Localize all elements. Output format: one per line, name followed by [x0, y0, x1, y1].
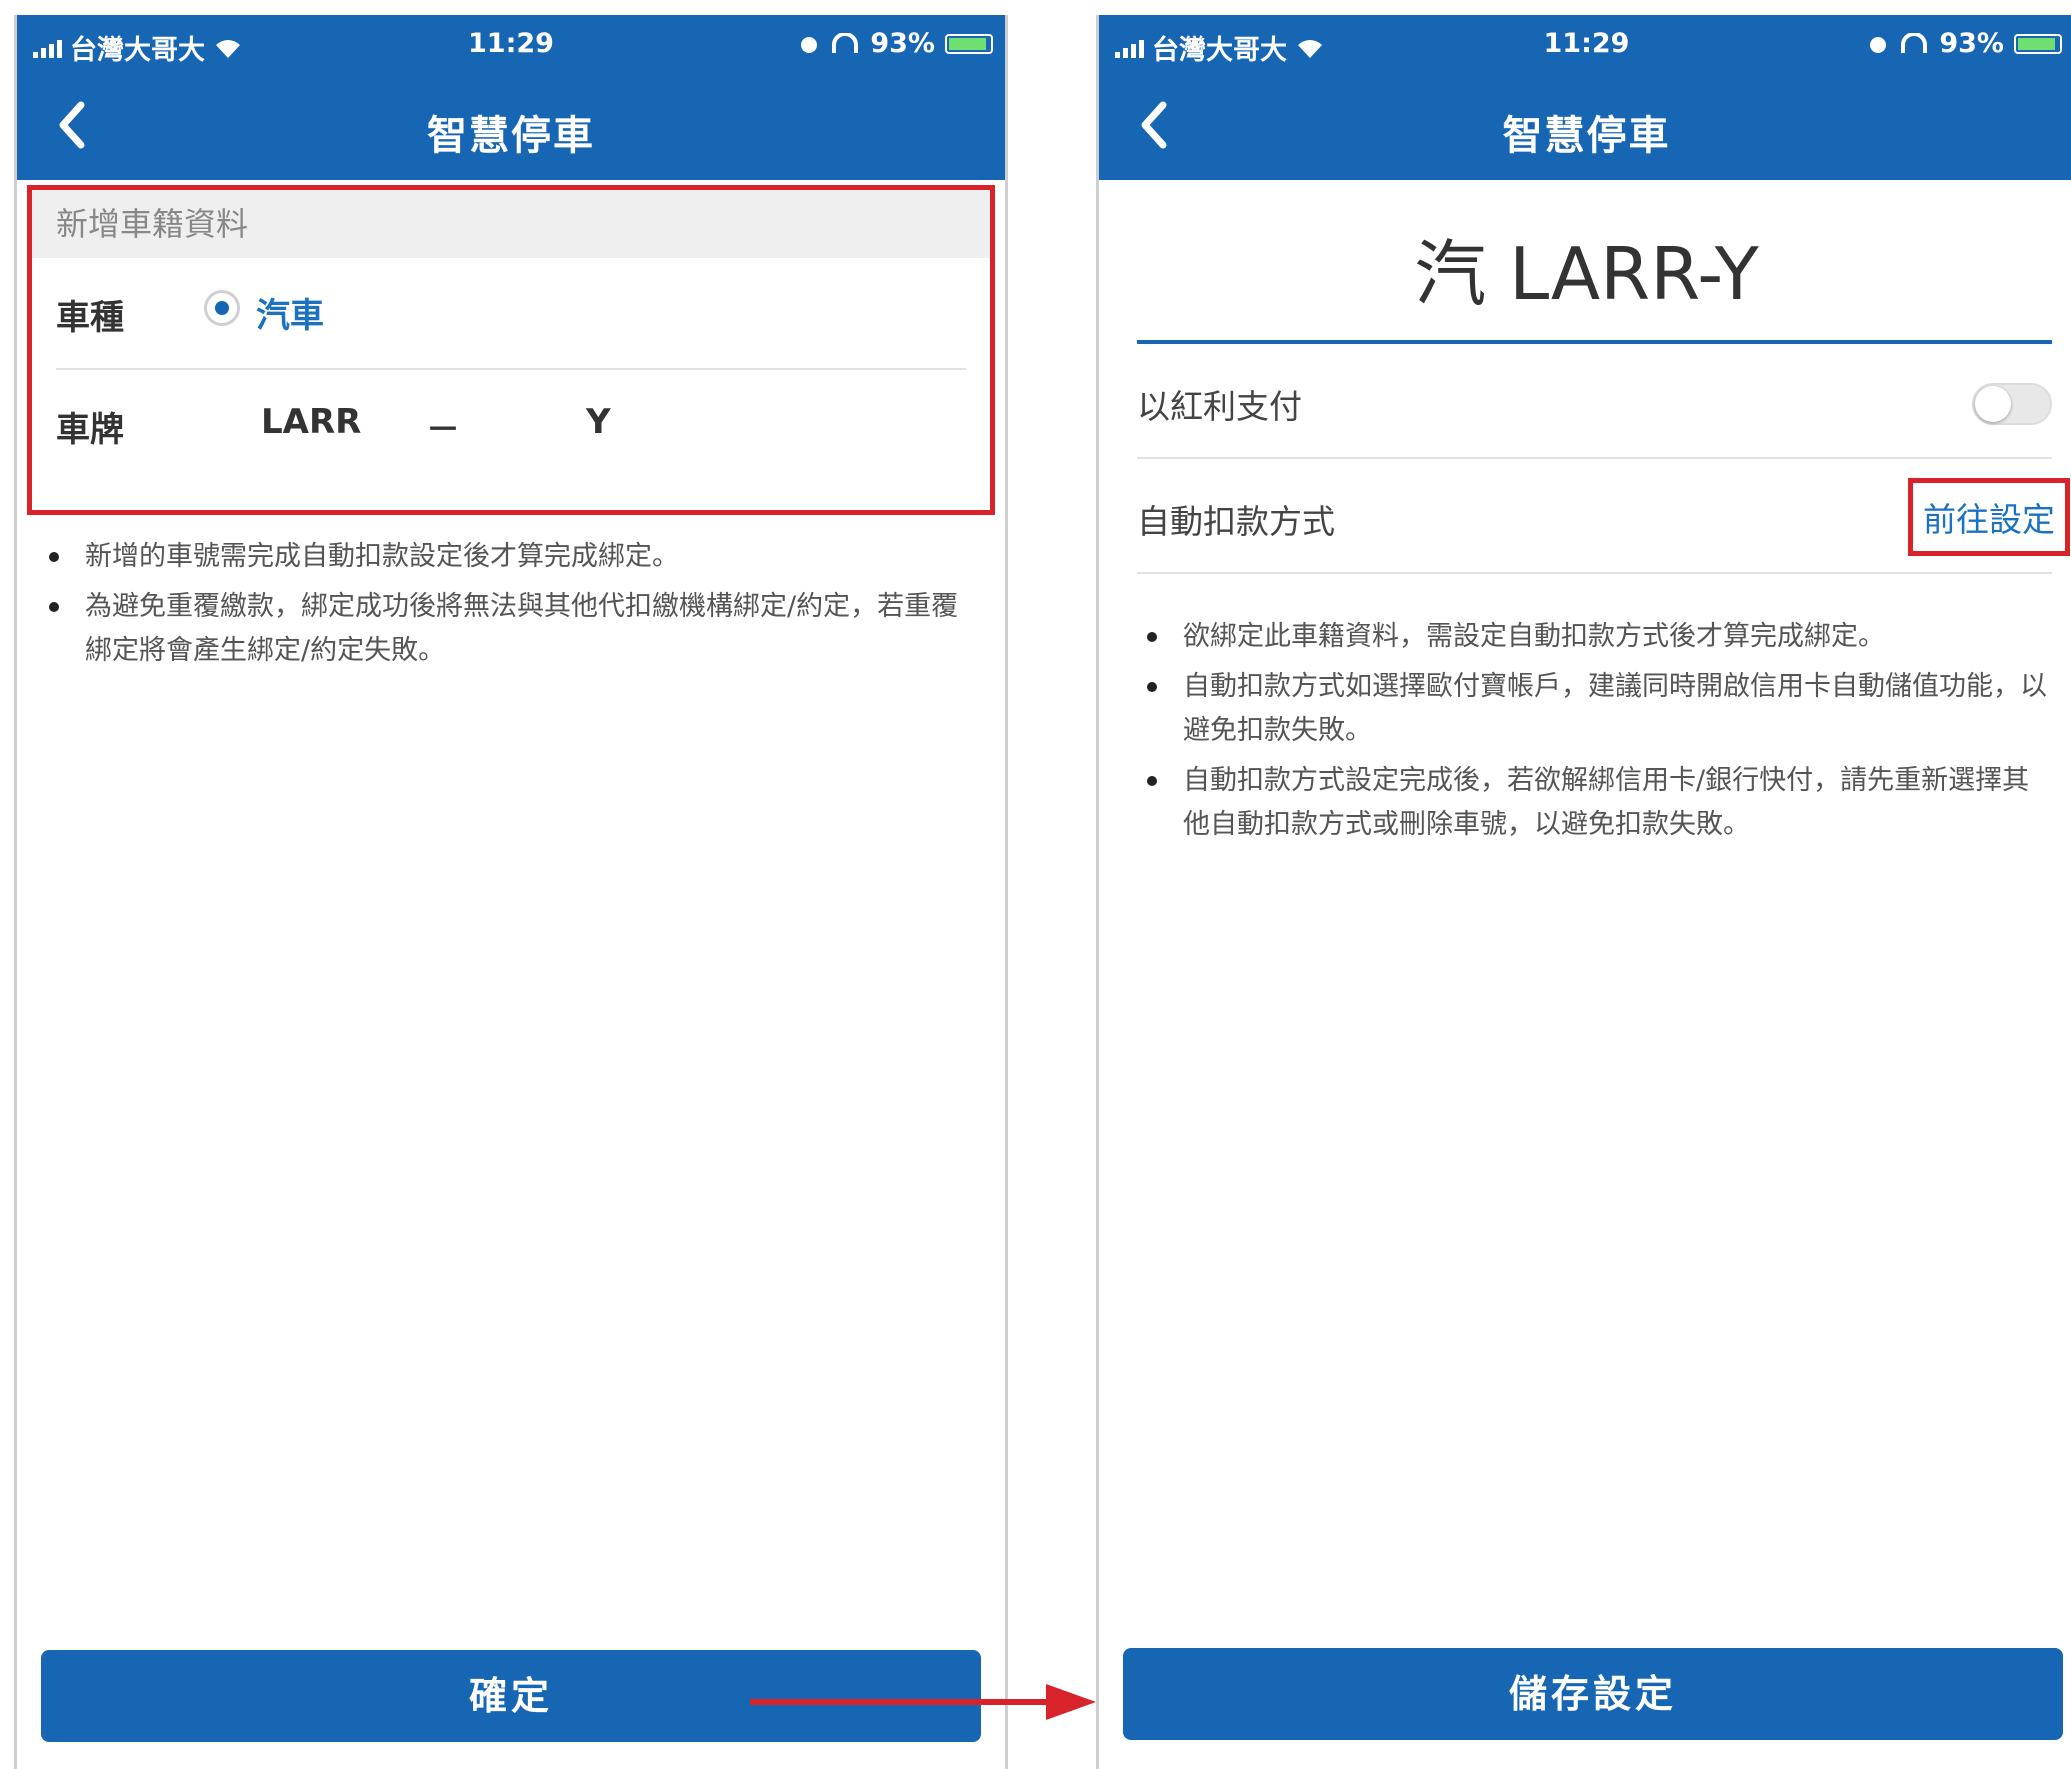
headphones-icon	[832, 32, 859, 53]
save-settings-button[interactable]: 儲存設定	[1123, 1648, 2063, 1740]
plate-prefix-input[interactable]: LARR	[261, 402, 361, 442]
autopay-label: 自動扣款方式	[1137, 502, 1335, 541]
title-divider	[1137, 340, 2052, 344]
battery-fill	[2018, 37, 2056, 50]
toggle-knob	[1975, 386, 2011, 422]
car-radio-button[interactable]	[204, 290, 240, 326]
note-item: 自動扣款方式如選擇歐付寶帳戶，建議同時開啟信用卡自動儲值功能，以避免扣款失敗。	[1141, 665, 2056, 753]
flow-arrow-icon	[750, 1684, 1096, 1720]
note-item: 為避免重覆繳款，綁定成功後將無法與其他代扣繳機構綁定/約定，若重覆綁定將會產生綁…	[43, 585, 983, 673]
bonus-pay-toggle[interactable]	[1972, 383, 2052, 425]
status-bar: 台灣大哥大 11:29 93%	[1099, 15, 2071, 73]
headphones-icon	[1901, 32, 1928, 53]
battery-percent: 93%	[1939, 28, 2004, 59]
plate-suffix-input[interactable]: Y	[586, 402, 611, 442]
autopay-row: 自動扣款方式 前往設定	[1137, 460, 2070, 574]
note-item: 欲綁定此車籍資料，需設定自動扣款方式後才算完成綁定。	[1141, 615, 2056, 659]
alarm-icon	[1870, 36, 1887, 53]
note-item: 自動扣款方式設定完成後，若欲解綁信用卡/銀行快付，請先重新選擇其他自動扣款方式或…	[1141, 759, 2056, 847]
section-header: 新增車籍資料	[32, 190, 990, 258]
nav-bar: 智慧停車	[17, 73, 1005, 180]
nav-bar: 智慧停車	[1099, 73, 2071, 180]
notes-list: 新增的車號需完成自動扣款設定後才算完成綁定。 為避免重覆繳款，綁定成功後將無法與…	[43, 535, 983, 679]
battery-fill	[949, 37, 987, 50]
bonus-pay-row: 以紅利支付	[1137, 345, 2052, 459]
bonus-pay-label: 以紅利支付	[1137, 387, 1302, 426]
phone-screen-add-vehicle: 台灣大哥大 11:29 93% 智慧停車 新增車籍資料 車種 汽車 車牌 LAR…	[14, 15, 1008, 1769]
note-item: 新增的車號需完成自動扣款設定後才算完成綁定。	[43, 535, 983, 579]
battery-percent: 93%	[870, 28, 935, 59]
battery-icon	[945, 33, 993, 54]
plate-label: 車牌	[56, 410, 124, 450]
status-bar: 台灣大哥大 11:29 93%	[17, 15, 1005, 73]
vehicle-plate-title: 汽 LARR-Y	[1414, 232, 1759, 316]
plate-row: 車牌 LARR － Y	[56, 370, 966, 480]
vehicle-type-label: 車種	[56, 298, 124, 338]
alarm-icon	[801, 36, 818, 53]
car-radio-label[interactable]: 汽車	[256, 288, 324, 337]
radio-selected-dot	[215, 301, 229, 315]
page-title: 智慧停車	[1502, 113, 1671, 159]
vehicle-form-highlight: 新增車籍資料 車種 汽車 車牌 LARR － Y	[27, 185, 995, 515]
battery-icon	[2014, 33, 2062, 54]
goto-settings-link[interactable]: 前往設定	[1908, 478, 2070, 556]
plate-separator: －	[426, 410, 460, 450]
notes-list: 欲綁定此車籍資料，需設定自動扣款方式後才算完成綁定。 自動扣款方式如選擇歐付寶帳…	[1141, 615, 2056, 853]
vehicle-type-row: 車種 汽車	[56, 258, 966, 370]
page-title: 智慧停車	[427, 113, 595, 159]
phone-screen-vehicle-settings: 台灣大哥大 11:29 93% 智慧停車 汽 LARR-Y 以紅利支付 自動扣款…	[1096, 15, 2071, 1769]
